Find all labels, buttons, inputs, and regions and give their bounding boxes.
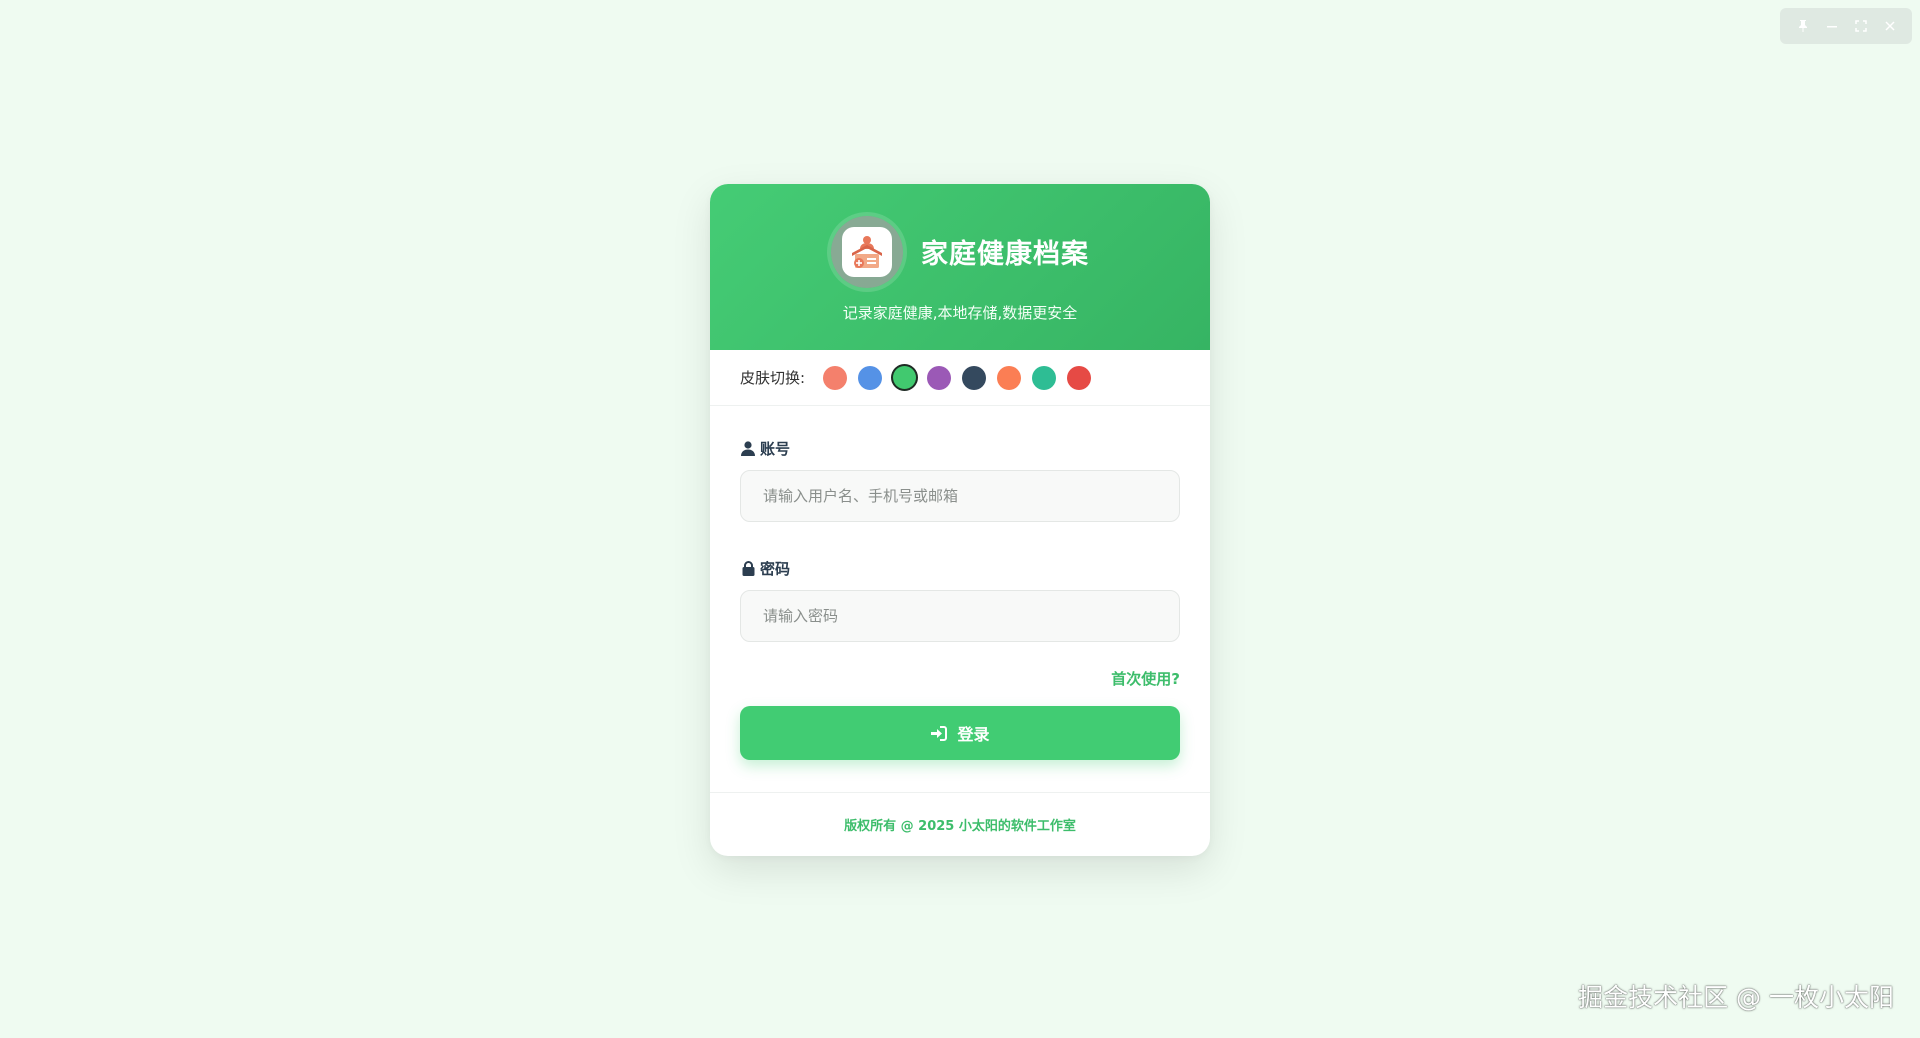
skin-swatch-8[interactable] [1067, 365, 1092, 390]
family-health-icon [842, 226, 892, 277]
password-input[interactable] [740, 590, 1180, 642]
watermark: 掘金技术社区 @ 一枚小太阳 [1578, 983, 1894, 1012]
skin-swatch-4[interactable] [927, 365, 952, 390]
skin-swatch-2[interactable] [858, 365, 883, 390]
skin-swatch-list [823, 365, 1102, 390]
skin-swatch-5[interactable] [962, 365, 987, 390]
sign-in-icon [930, 725, 948, 741]
lock-icon [740, 560, 756, 576]
skin-switcher: 皮肤切换: [710, 350, 1210, 406]
account-field: 账号 [740, 436, 1180, 522]
account-label: 账号 [740, 436, 1180, 460]
skin-swatch-7[interactable] [1032, 365, 1057, 390]
login-form: 账号 密码 首次使用? 登录 [710, 406, 1210, 760]
first-use-link[interactable]: 首次使用? [740, 668, 1180, 688]
pin-icon[interactable] [1791, 14, 1815, 38]
skin-swatch-6[interactable] [997, 365, 1022, 390]
minimize-icon[interactable] [1820, 14, 1844, 38]
app-title: 家庭健康档案 [921, 239, 1089, 270]
login-card: 家庭健康档案 记录家庭健康,本地存储,数据更安全 皮肤切换: 账号 密码 [710, 184, 1210, 856]
password-field: 密码 [740, 556, 1180, 642]
password-label-text: 密码 [760, 559, 791, 578]
app-logo [831, 215, 903, 288]
skin-swatch-1[interactable] [823, 365, 848, 390]
login-button-label: 登录 [957, 727, 990, 744]
account-label-text: 账号 [760, 439, 791, 458]
copyright-text: 版权所有 @ 2025 小太阳的软件工作室 [844, 819, 1076, 834]
maximize-icon[interactable] [1849, 14, 1873, 38]
card-footer: 版权所有 @ 2025 小太阳的软件工作室 [710, 792, 1210, 856]
app-subtitle: 记录家庭健康,本地存储,数据更安全 [842, 303, 1078, 322]
login-button[interactable]: 登录 [740, 706, 1180, 760]
card-header: 家庭健康档案 记录家庭健康,本地存储,数据更安全 [710, 184, 1210, 350]
skin-swatch-3[interactable] [893, 366, 917, 389]
brand-row: 家庭健康档案 [831, 215, 1089, 288]
window-controls [1780, 8, 1912, 44]
skin-label: 皮肤切换: [740, 369, 806, 387]
password-label: 密码 [740, 556, 1180, 580]
account-input[interactable] [740, 470, 1180, 522]
user-icon [740, 440, 756, 456]
close-icon[interactable] [1878, 14, 1902, 38]
